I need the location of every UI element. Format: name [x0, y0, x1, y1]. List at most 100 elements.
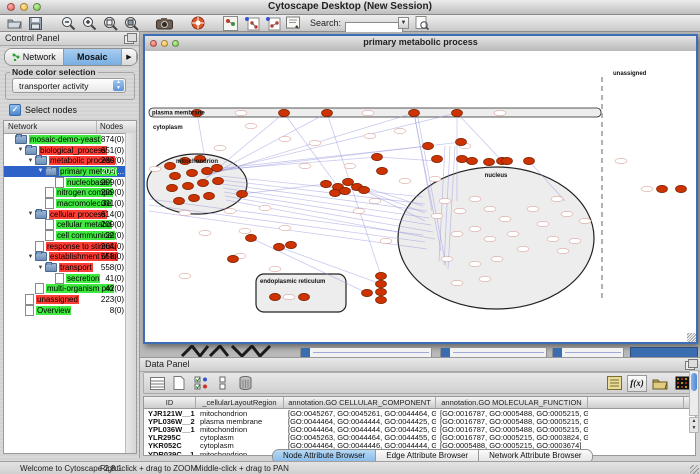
- network-node[interactable]: [199, 230, 211, 235]
- network-node[interactable]: [364, 133, 376, 138]
- network-node-highlighted[interactable]: [322, 109, 333, 116]
- table-column-header[interactable]: ID: [144, 397, 196, 408]
- network-node[interactable]: [441, 256, 453, 261]
- network-node[interactable]: [551, 196, 563, 201]
- search-options-icon[interactable]: [413, 16, 430, 31]
- tree-item[interactable]: ▼transport558(0): [4, 262, 136, 273]
- tree-item[interactable]: unassigned223(0): [4, 294, 136, 305]
- network-node[interactable]: [149, 166, 161, 171]
- network-node[interactable]: [399, 178, 411, 183]
- tree-column-nodes[interactable]: Nodes: [97, 121, 136, 133]
- network-node[interactable]: [469, 226, 481, 231]
- network-node[interactable]: [484, 236, 496, 241]
- network-node[interactable]: [279, 136, 291, 141]
- expander-icon[interactable]: ▼: [36, 168, 45, 174]
- network-node[interactable]: [269, 266, 281, 271]
- tree-item[interactable]: ▼cellular process614(0): [4, 209, 136, 220]
- new-attribute-icon[interactable]: [170, 375, 188, 392]
- network-node-highlighted[interactable]: [274, 243, 285, 250]
- network-node[interactable]: [380, 238, 392, 243]
- tree-item[interactable]: macromolecule311(0): [4, 198, 136, 209]
- network-node[interactable]: [469, 261, 481, 266]
- network-node[interactable]: [283, 294, 295, 299]
- tree-column-network[interactable]: Network: [4, 121, 97, 133]
- help-ring-icon[interactable]: [189, 16, 206, 31]
- network-node[interactable]: [179, 210, 191, 215]
- network-node[interactable]: [439, 198, 451, 203]
- network-node-highlighted[interactable]: [343, 178, 354, 185]
- network-node[interactable]: [615, 158, 627, 163]
- tree-item[interactable]: secretion41(0): [4, 273, 136, 284]
- network-node[interactable]: [499, 216, 511, 221]
- float-panel-icon[interactable]: [685, 361, 695, 370]
- network-node[interactable]: [641, 186, 653, 191]
- float-panel-icon[interactable]: [124, 35, 134, 44]
- expander-icon[interactable]: ▼: [26, 211, 35, 217]
- network-node-highlighted[interactable]: [657, 185, 668, 192]
- network-node-highlighted[interactable]: [432, 155, 443, 162]
- network-node-highlighted[interactable]: [270, 293, 281, 300]
- network-node-highlighted[interactable]: [170, 172, 181, 179]
- network-node-highlighted[interactable]: [212, 164, 223, 171]
- network-node-highlighted[interactable]: [246, 234, 257, 241]
- network-node-highlighted[interactable]: [279, 109, 290, 116]
- attribute-table-icon[interactable]: [148, 375, 166, 392]
- network-node[interactable]: [309, 140, 321, 145]
- tree-item[interactable]: multi-organism pro42(0): [4, 284, 136, 295]
- network-node[interactable]: [507, 231, 519, 236]
- network-node[interactable]: [579, 218, 591, 223]
- network-node-highlighted[interactable]: [362, 289, 373, 296]
- network-node[interactable]: [344, 163, 356, 168]
- tree-item[interactable]: cell communicat22(0): [4, 230, 136, 241]
- network-node[interactable]: [179, 273, 191, 278]
- network-node-highlighted[interactable]: [187, 169, 198, 176]
- network-node[interactable]: [469, 196, 481, 201]
- table-scrollbar-arrows[interactable]: ▲▼: [689, 417, 699, 433]
- select-nodes-checkbox[interactable]: ✓: [9, 104, 21, 116]
- unselect-attributes-icon[interactable]: [214, 375, 232, 392]
- table-column-header[interactable]: annotation.GO MOLECULAR_FUNCTION: [436, 397, 588, 408]
- network-node[interactable]: [394, 128, 406, 133]
- network-node-highlighted[interactable]: [467, 157, 478, 164]
- node-color-dropdown[interactable]: transporter activity ▲▼: [12, 78, 126, 93]
- tab-network[interactable]: Network: [5, 49, 64, 65]
- save-icon[interactable]: [27, 16, 44, 31]
- network-canvas[interactable]: plasma membranecytoplasmmitochondrionnuc…: [145, 51, 696, 342]
- network-node[interactable]: [494, 110, 506, 115]
- network-node[interactable]: [429, 176, 441, 181]
- zoom-out-icon[interactable]: [60, 16, 77, 31]
- zoom-in-icon[interactable]: [81, 16, 98, 31]
- network-node-highlighted[interactable]: [502, 157, 513, 164]
- tab-mosaic[interactable]: Mosaic: [64, 49, 123, 65]
- tree-item[interactable]: ▼biological_process651(0): [4, 145, 136, 156]
- network-node-highlighted[interactable]: [237, 190, 248, 197]
- network-node[interactable]: [299, 163, 311, 168]
- network-edge[interactable]: [197, 113, 205, 159]
- network-node-highlighted[interactable]: [330, 189, 341, 196]
- network-node-highlighted[interactable]: [174, 197, 185, 204]
- tree-item[interactable]: ▼metabolic process280(0): [4, 155, 136, 166]
- network-node-highlighted[interactable]: [524, 157, 535, 164]
- tab-overflow-arrow[interactable]: ▶: [122, 49, 137, 65]
- network-node-highlighted[interactable]: [409, 109, 420, 116]
- apply-layout-2-icon[interactable]: [264, 16, 281, 31]
- network-node-highlighted[interactable]: [423, 142, 434, 149]
- network-node[interactable]: [245, 123, 257, 128]
- network-node-highlighted[interactable]: [456, 138, 467, 145]
- network-node-highlighted[interactable]: [167, 184, 178, 191]
- network-node-highlighted[interactable]: [376, 296, 387, 303]
- network-node-highlighted[interactable]: [484, 158, 495, 165]
- select-attributes-icon[interactable]: [192, 375, 210, 392]
- expander-icon[interactable]: ▼: [16, 147, 25, 153]
- table-scrollbar-thumb[interactable]: [691, 373, 697, 391]
- network-node-highlighted[interactable]: [165, 162, 176, 169]
- network-node-highlighted[interactable]: [376, 280, 387, 287]
- network-node[interactable]: [362, 110, 374, 115]
- expander-icon[interactable]: ▼: [26, 158, 35, 164]
- network-node-highlighted[interactable]: [202, 167, 213, 174]
- network-node-highlighted[interactable]: [286, 241, 297, 248]
- tree-item[interactable]: cellular metabo209(0): [4, 220, 136, 231]
- network-node-highlighted[interactable]: [213, 177, 224, 184]
- network-overview-icon[interactable]: [222, 16, 239, 31]
- delete-attribute-icon[interactable]: [236, 375, 254, 392]
